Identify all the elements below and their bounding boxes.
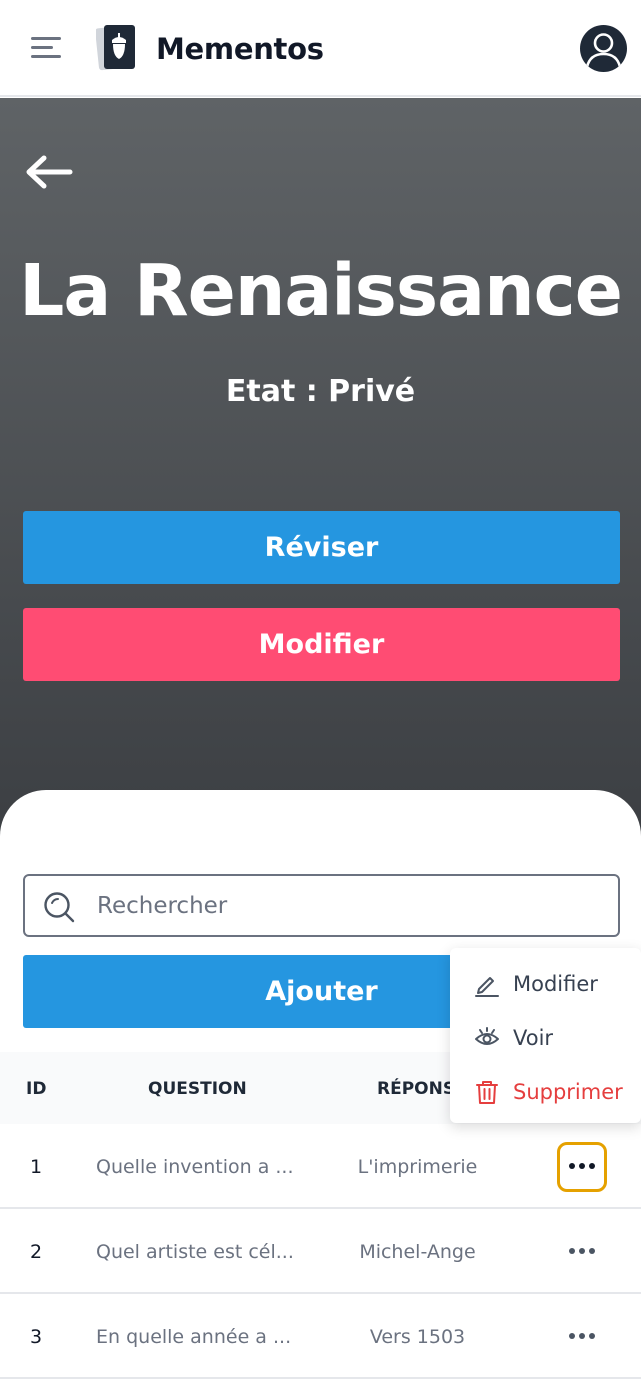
- review-button[interactable]: Réviser: [23, 511, 620, 584]
- row-actions-button[interactable]: [557, 1142, 607, 1192]
- more-horizontal-icon: [569, 1248, 595, 1254]
- search-icon: [42, 890, 76, 924]
- menu-item-delete[interactable]: Supprimer: [450, 1062, 641, 1116]
- menu-item-edit[interactable]: Modifier: [450, 954, 641, 1008]
- row-question: Quel artiste est cél...: [96, 1241, 294, 1263]
- menu-item-label: Supprimer: [513, 1080, 623, 1104]
- deck-hero: La Renaissance Etat : Privé Réviser Modi…: [0, 98, 641, 858]
- table-row[interactable]: 3 En quelle année a ... Vers 1503: [0, 1294, 641, 1379]
- row-answer: Vers 1503: [369, 1326, 466, 1348]
- more-horizontal-icon: [569, 1163, 595, 1169]
- mementos-logo-icon[interactable]: [95, 23, 138, 73]
- table-row[interactable]: 2 Quel artiste est cél... Michel-Ange: [0, 1209, 641, 1294]
- deck-title: La Renaissance: [19, 249, 623, 332]
- row-answer: L'imprimerie: [357, 1156, 478, 1178]
- row-question: Quelle invention a ...: [96, 1156, 294, 1178]
- row-id: 3: [30, 1326, 43, 1348]
- app-title: Mementos: [156, 32, 324, 66]
- row-id: 2: [30, 1241, 43, 1263]
- row-actions-menu: Modifier Voir Supprimer: [450, 948, 641, 1123]
- top-bar: Mementos: [0, 0, 641, 97]
- column-header-id: ID: [26, 1079, 47, 1099]
- row-question: En quelle année a ...: [96, 1326, 292, 1348]
- row-actions-button[interactable]: [557, 1312, 607, 1362]
- search-box: [23, 874, 620, 937]
- menu-item-label: Voir: [513, 1026, 554, 1050]
- eye-icon: [474, 1025, 500, 1051]
- user-avatar-icon[interactable]: [580, 25, 627, 72]
- edit-deck-button[interactable]: Modifier: [23, 608, 620, 681]
- row-actions-button[interactable]: [557, 1227, 607, 1277]
- column-header-question: QUESTION: [148, 1079, 247, 1099]
- menu-item-view[interactable]: Voir: [450, 1008, 641, 1062]
- table-row[interactable]: 1 Quelle invention a ... L'imprimerie: [0, 1124, 641, 1209]
- arrow-left-icon[interactable]: [24, 152, 74, 192]
- hamburger-menu-icon[interactable]: [31, 35, 63, 61]
- pencil-icon: [474, 971, 500, 997]
- deck-state: Etat : Privé: [225, 374, 416, 409]
- menu-item-label: Modifier: [513, 972, 598, 996]
- trash-icon: [474, 1079, 500, 1105]
- row-answer: Michel-Ange: [359, 1241, 476, 1263]
- row-id: 1: [30, 1156, 43, 1178]
- more-horizontal-icon: [569, 1333, 595, 1339]
- search-input[interactable]: [97, 886, 597, 926]
